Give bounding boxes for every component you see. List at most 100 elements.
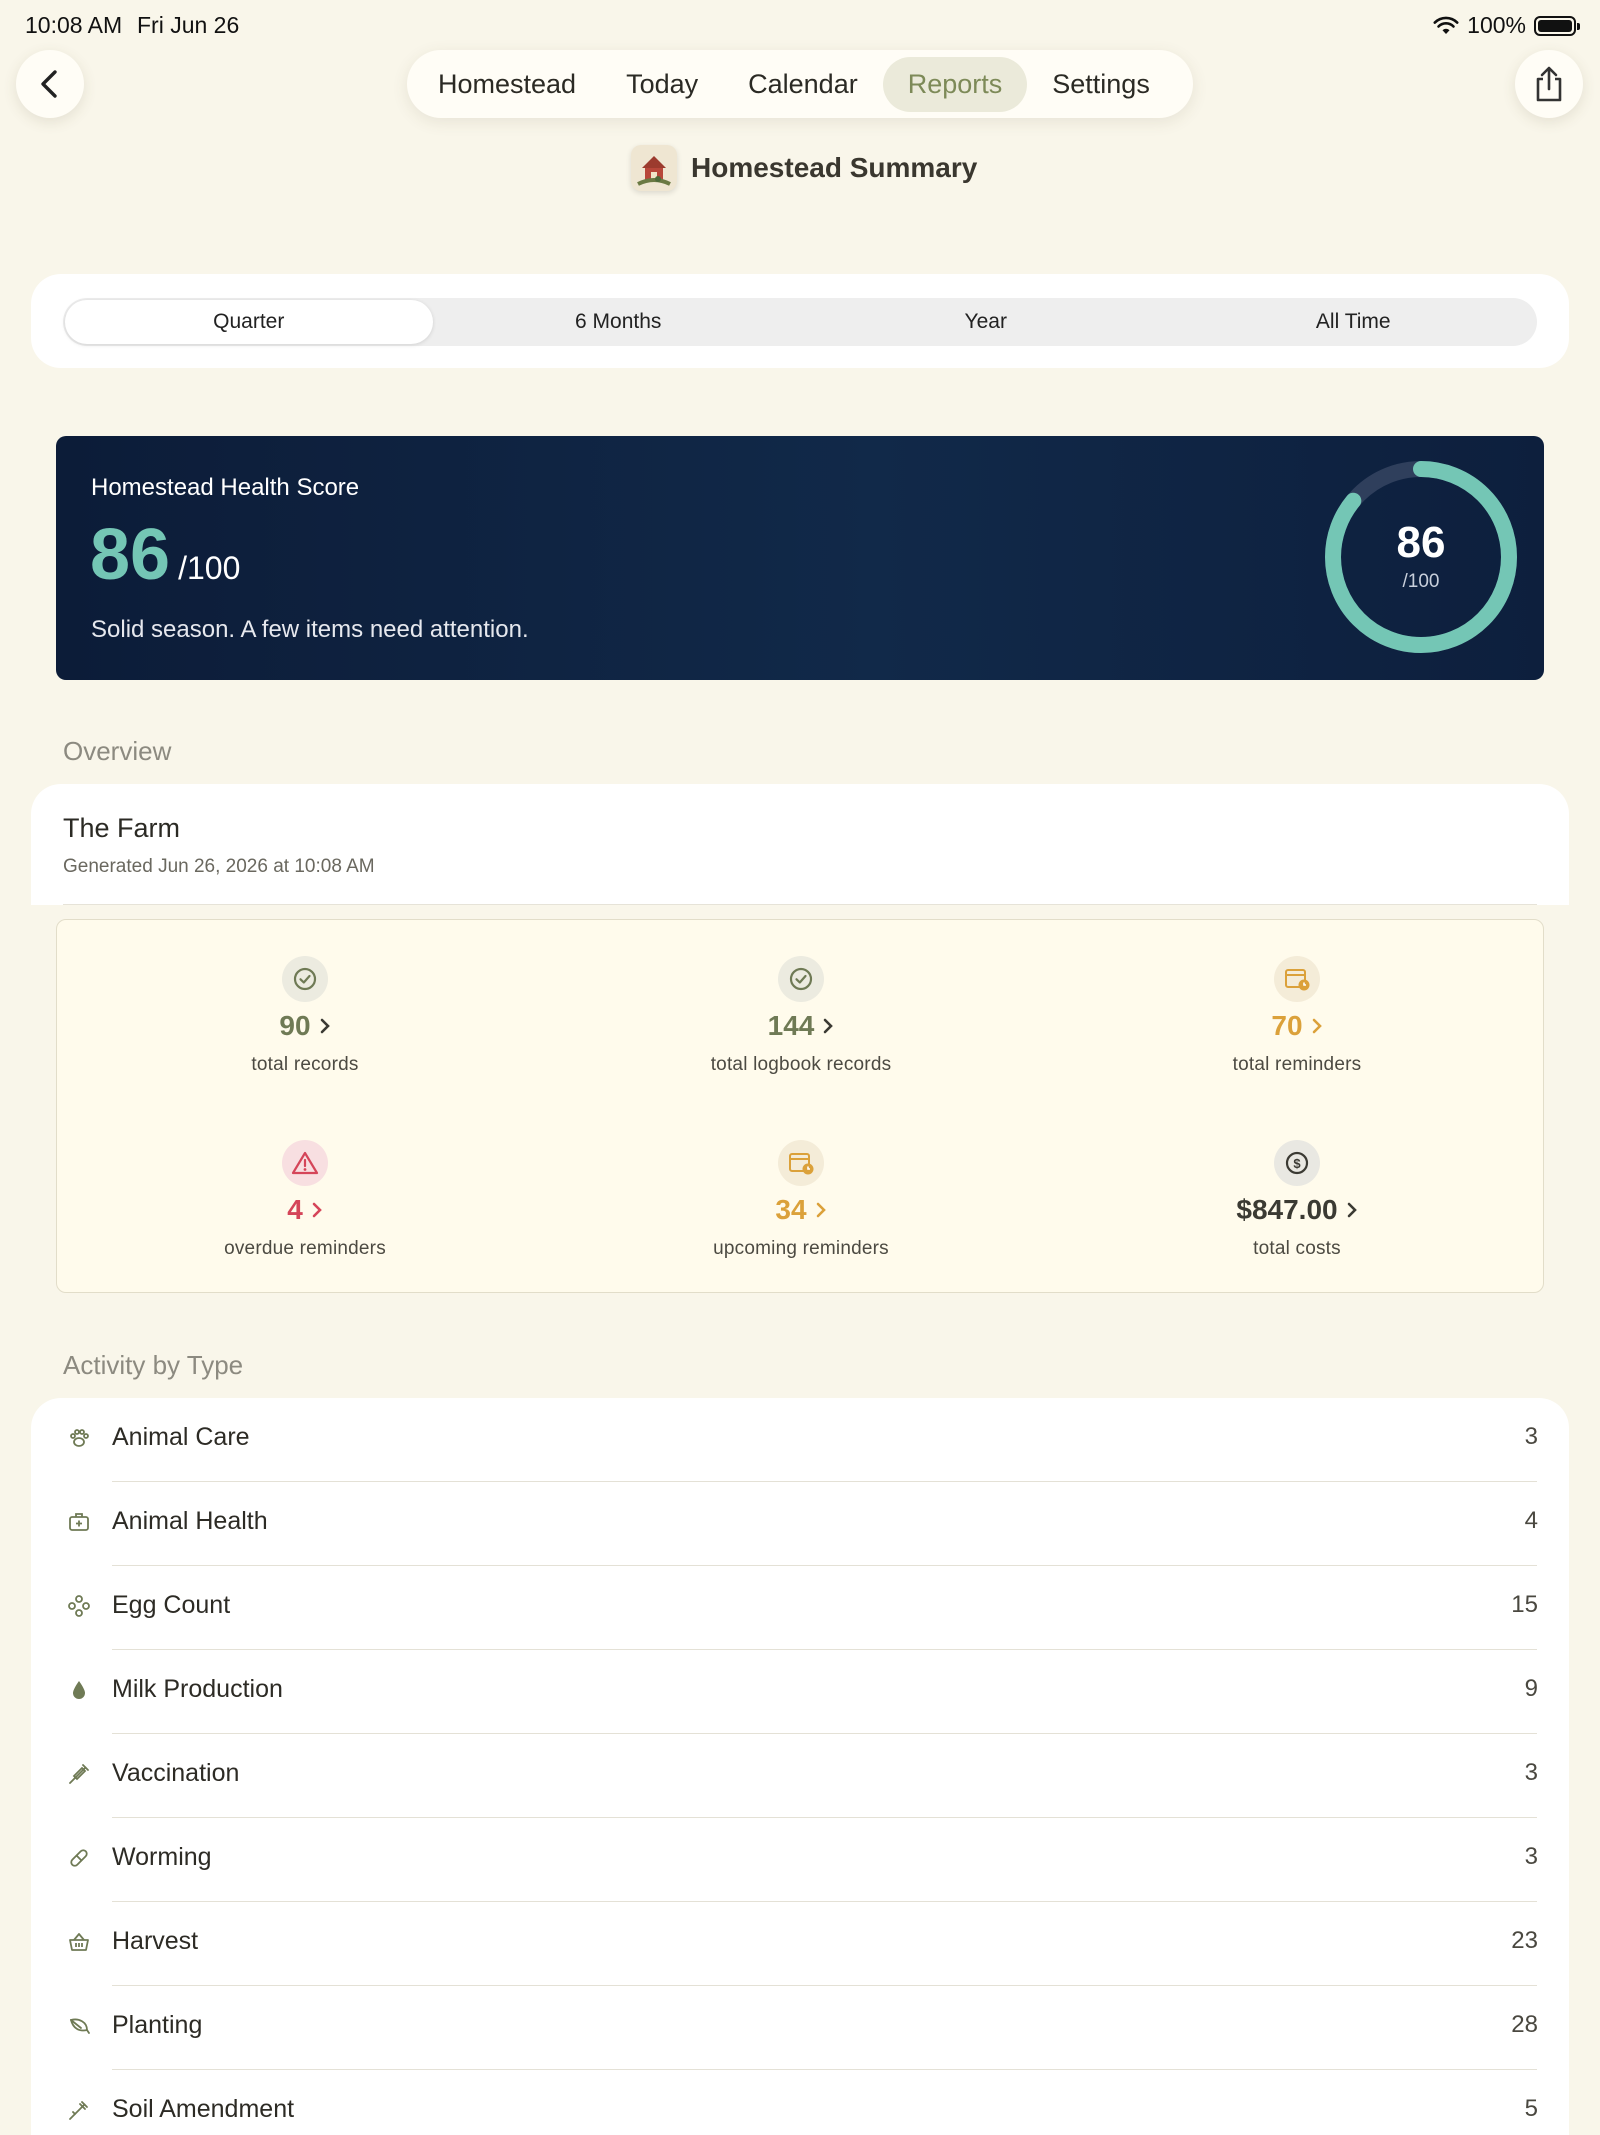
- activity-row-animal-health[interactable]: Animal Health 4: [31, 1482, 1569, 1566]
- farm-card: The Farm Generated Jun 26, 2026 at 10:08…: [31, 784, 1569, 905]
- calendar-clock-icon: [1274, 956, 1320, 1002]
- drop-icon: [65, 1676, 93, 1704]
- date-range-segmented-control: Quarter 6 Months Year All Time: [63, 298, 1537, 346]
- generated-timestamp: Generated Jun 26, 2026 at 10:08 AM: [63, 856, 375, 877]
- activity-row-milk-production[interactable]: Milk Production 9: [31, 1650, 1569, 1734]
- stat-label: total costs: [1253, 1238, 1341, 1259]
- chevron-right-icon: [824, 1018, 834, 1034]
- stat-value: 70: [1271, 1010, 1303, 1041]
- stat-label: total logbook records: [710, 1054, 892, 1075]
- activity-count: 28: [1511, 2011, 1538, 2038]
- activity-count: 23: [1511, 1927, 1538, 1954]
- share-button[interactable]: [1515, 50, 1583, 118]
- tab-settings[interactable]: Settings: [1027, 57, 1175, 112]
- overview-section-label: Overview: [63, 736, 172, 766]
- activity-name: Harvest: [112, 1927, 199, 1955]
- activity-name: Animal Health: [112, 1507, 268, 1535]
- chevron-right-icon: [1347, 1202, 1357, 1218]
- activity-row-worming[interactable]: Worming 3: [31, 1818, 1569, 1902]
- stat-value: $847.00: [1236, 1194, 1338, 1225]
- chevron-right-icon: [312, 1202, 322, 1218]
- svg-text:$: $: [1293, 1156, 1301, 1171]
- status-indicators: 100%: [1433, 12, 1580, 39]
- stat-total-logbook-records[interactable]: 144 total logbook records: [601, 956, 1001, 1076]
- syringe-icon: [65, 1760, 93, 1788]
- calendar-clock-icon: [778, 1140, 824, 1186]
- tab-reports[interactable]: Reports: [882, 56, 1028, 112]
- stat-value: 90: [279, 1010, 311, 1041]
- chevron-left-icon: [41, 70, 57, 98]
- health-score-number: 86: [90, 515, 171, 595]
- ring-score-out-of: /100: [1402, 571, 1440, 592]
- stat-upcoming-reminders[interactable]: 34 upcoming reminders: [601, 1140, 1001, 1260]
- range-option-all-time[interactable]: All Time: [1170, 298, 1538, 346]
- activity-row-harvest[interactable]: Harvest 23: [31, 1902, 1569, 1986]
- basket-icon: [65, 1928, 93, 1956]
- stat-label: total records: [251, 1054, 359, 1075]
- activity-name: Vaccination: [112, 1759, 240, 1787]
- activity-row-vaccination[interactable]: Vaccination 3: [31, 1734, 1569, 1818]
- paw-icon: [65, 1424, 93, 1452]
- range-option-year[interactable]: Year: [802, 298, 1170, 346]
- leaf-icon: [65, 2012, 93, 2040]
- stat-total-costs[interactable]: $ $847.00 total costs: [1097, 1140, 1497, 1260]
- activity-row-animal-care[interactable]: Animal Care 3: [31, 1398, 1569, 1482]
- back-button[interactable]: [16, 50, 84, 118]
- eyedropper-icon: [65, 2096, 93, 2124]
- activity-name: Soil Amendment: [112, 2095, 295, 2123]
- activity-row-egg-count[interactable]: Egg Count 15: [31, 1566, 1569, 1650]
- wifi-icon: [1433, 16, 1459, 34]
- activity-name: Animal Care: [112, 1423, 250, 1451]
- activity-count: 4: [1524, 1507, 1538, 1534]
- health-score-message: Solid season. A few items need attention…: [91, 616, 529, 643]
- status-time: 10:08 AM: [25, 12, 123, 38]
- activity-name: Worming: [112, 1843, 212, 1871]
- stat-label: total reminders: [1232, 1054, 1362, 1075]
- range-card: Quarter 6 Months Year All Time: [31, 274, 1569, 368]
- page-title: Homestead Summary: [691, 152, 978, 183]
- tab-today[interactable]: Today: [601, 57, 723, 112]
- warning-icon: [282, 1140, 328, 1186]
- activity-count: 3: [1524, 1843, 1538, 1870]
- farm-logo-icon: [631, 145, 677, 191]
- activity-name: Planting: [112, 2011, 203, 2039]
- chevron-right-icon: [1312, 1018, 1322, 1034]
- activity-section-label: Activity by Type: [63, 1350, 244, 1380]
- range-option-6-months[interactable]: 6 Months: [435, 298, 803, 346]
- battery-icon: [1534, 15, 1580, 36]
- activity-count: 3: [1524, 1423, 1538, 1450]
- stat-value: 34: [775, 1194, 807, 1225]
- farm-name: The Farm: [63, 813, 181, 843]
- eggs-icon: [65, 1592, 93, 1620]
- tab-calendar[interactable]: Calendar: [723, 57, 883, 112]
- tab-homestead[interactable]: Homestead: [413, 57, 601, 112]
- activity-count: 9: [1524, 1675, 1538, 1702]
- stat-label: overdue reminders: [224, 1238, 386, 1259]
- activity-list: Animal Care 3 Animal Health 4 Egg Count …: [31, 1398, 1569, 2135]
- health-score-label: Homestead Health Score: [91, 474, 360, 501]
- stats-grid: 90 total records 144 total logbook recor…: [56, 919, 1544, 1293]
- medical-kit-icon: [65, 1508, 93, 1536]
- status-bar: 10:08 AM Fri Jun 26 100%: [0, 0, 1600, 50]
- stat-overdue-reminders[interactable]: 4 overdue reminders: [105, 1140, 505, 1260]
- health-score-card: Homestead Health Score 86 /100 Solid sea…: [56, 436, 1544, 680]
- check-circle-icon: [282, 956, 328, 1002]
- activity-name: Egg Count: [112, 1591, 231, 1619]
- stat-label: upcoming reminders: [713, 1238, 889, 1259]
- dollar-circle-icon: $: [1274, 1140, 1320, 1186]
- health-score-ring: 86 /100: [1322, 458, 1520, 656]
- top-tab-bar: Homestead Today Calendar Reports Setting…: [407, 50, 1193, 118]
- stat-total-records[interactable]: 90 total records: [105, 956, 505, 1076]
- activity-row-planting[interactable]: Planting 28: [31, 1986, 1569, 2070]
- ring-score-number: 86: [1396, 518, 1446, 567]
- activity-count: 3: [1524, 1759, 1538, 1786]
- check-circle-icon: [778, 956, 824, 1002]
- activity-row-soil-amendment[interactable]: Soil Amendment 5: [31, 2070, 1569, 2135]
- activity-count: 5: [1524, 2095, 1538, 2122]
- stat-total-reminders[interactable]: 70 total reminders: [1097, 956, 1497, 1076]
- range-option-quarter[interactable]: Quarter: [65, 300, 433, 344]
- health-score-value: 86 /100: [90, 514, 240, 596]
- share-icon: [1536, 66, 1562, 102]
- health-score-out-of: /100: [178, 550, 241, 586]
- divider: [63, 904, 1537, 905]
